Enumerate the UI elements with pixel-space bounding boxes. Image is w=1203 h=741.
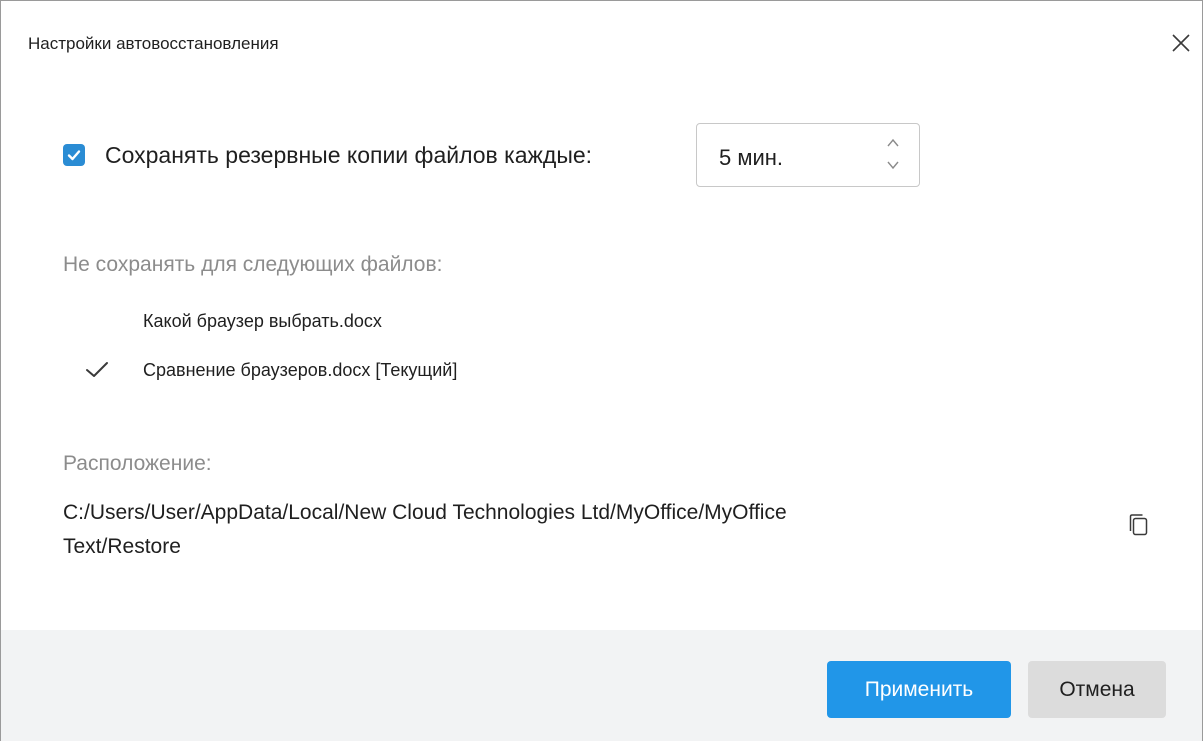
copy-icon <box>1129 514 1148 536</box>
autosave-interval-spinbox[interactable]: 5 мин. <box>696 123 920 187</box>
checkmark-icon <box>86 362 108 377</box>
exclusion-file-item[interactable]: Сравнение браузеров.docx [Текущий] <box>1 355 701 385</box>
dialog-title: Настройки автовосстановления <box>28 34 279 53</box>
file-label: Какой браузер выбрать.docx <box>143 310 382 331</box>
exclusions-header: Не сохранять для следующих файлов: <box>63 253 443 276</box>
dialog-footer: Применить Отмена <box>1 630 1202 741</box>
apply-button[interactable]: Применить <box>827 661 1011 718</box>
autosave-checkbox[interactable] <box>63 144 85 166</box>
close-icon <box>1172 34 1190 52</box>
checkmark-icon <box>67 150 81 161</box>
chevron-up-icon[interactable] <box>885 136 901 150</box>
file-label: Сравнение браузеров.docx [Текущий] <box>143 359 458 380</box>
location-path-line: C:/Users/User/AppData/Local/New Cloud Te… <box>63 501 787 524</box>
close-button[interactable] <box>1169 31 1193 55</box>
autorecovery-settings-dialog: Настройки автовосстановления Сохранять р… <box>0 0 1203 741</box>
location-path: C:/Users/User/AppData/Local/New Cloud Te… <box>63 496 1063 564</box>
copy-path-button[interactable] <box>1125 509 1155 543</box>
autosave-interval-value: 5 мин. <box>719 145 784 170</box>
autosave-row: Сохранять резервные копии файлов каждые: <box>63 123 592 187</box>
location-header: Расположение: <box>63 452 212 475</box>
exclusion-file-item[interactable]: Какой браузер выбрать.docx <box>1 306 701 336</box>
autosave-label: Сохранять резервные копии файлов каждые: <box>105 141 593 168</box>
location-path-line: Text/Restore <box>63 535 181 558</box>
cancel-button[interactable]: Отмена <box>1028 661 1166 718</box>
chevron-down-icon[interactable] <box>885 158 901 172</box>
